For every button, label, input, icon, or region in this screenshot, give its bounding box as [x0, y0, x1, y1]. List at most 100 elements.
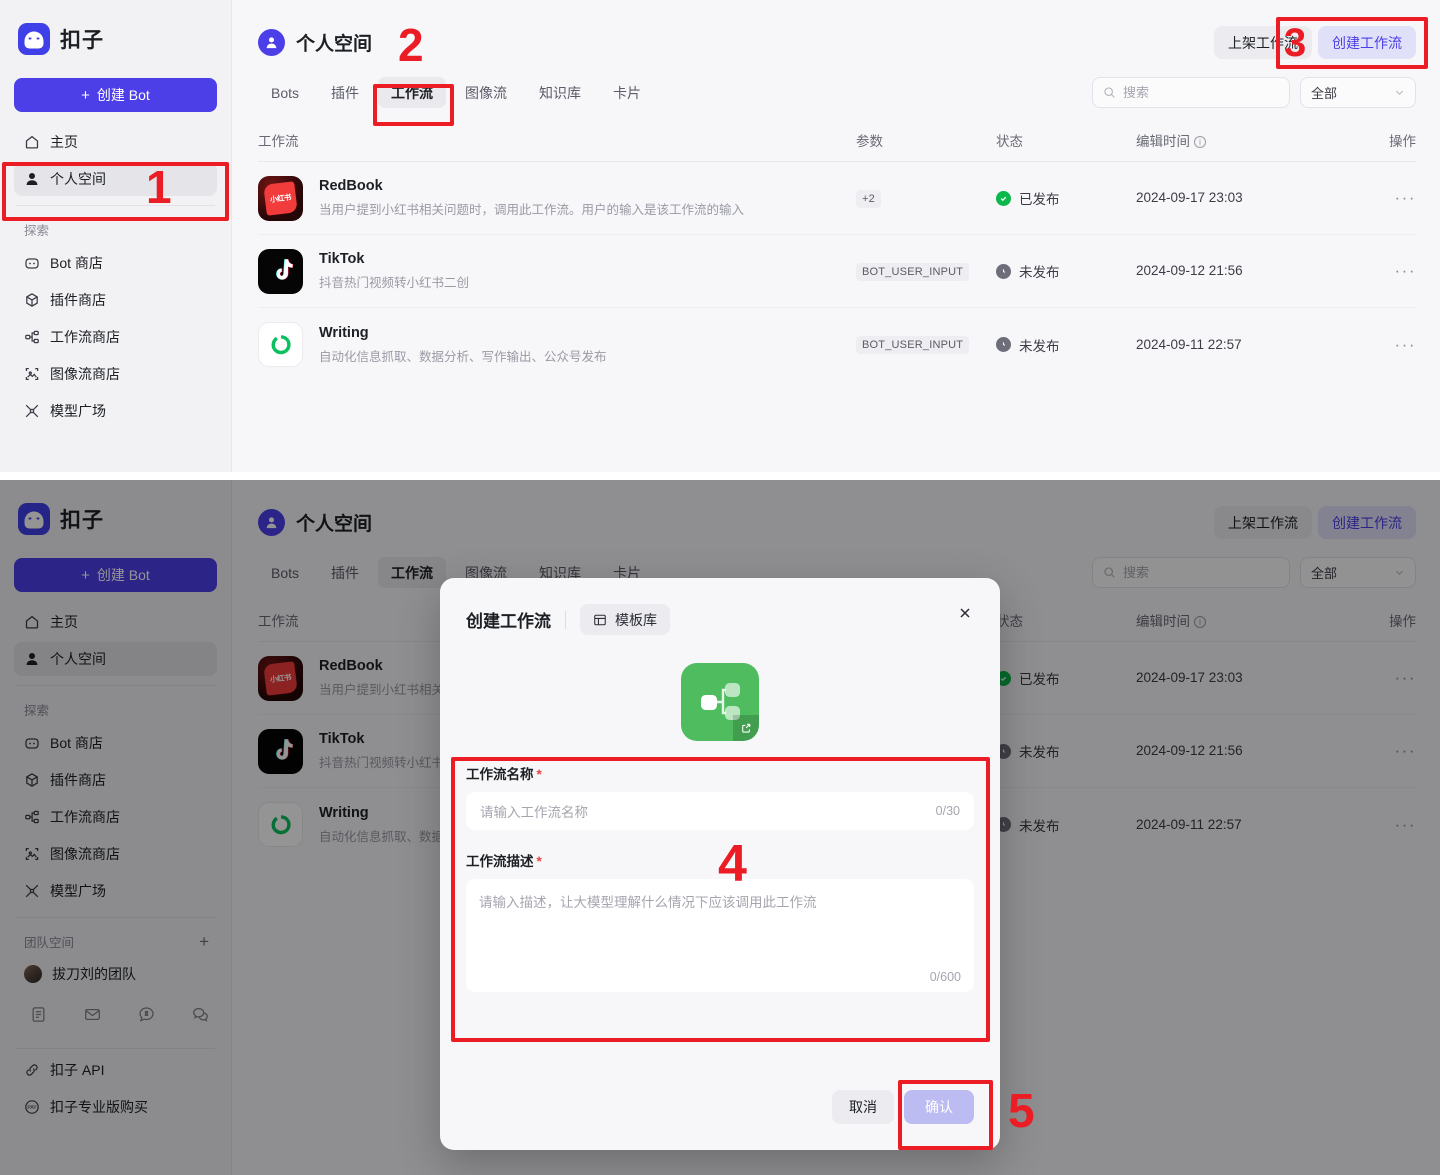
create-bot-button[interactable]: + 创建 Bot: [14, 78, 217, 112]
tabs-row: Bots 插件 工作流 图像流 知识库 卡片 全部: [258, 77, 1416, 108]
page-title: 个人空间: [296, 34, 373, 55]
sidebar-item-workflow-store[interactable]: 工作流商店: [14, 320, 217, 354]
space-avatar: [258, 29, 285, 56]
table-row[interactable]: Writing 自动化信息抓取、数据分析、写作输出、公众号发布 BOT_USER…: [258, 308, 1416, 381]
edit-time: 2024-09-11 22:57: [1136, 336, 1242, 352]
workflow-desc-counter: 0/600: [929, 970, 961, 984]
bot-store-icon: [25, 258, 39, 269]
table-row[interactable]: TikTok 抖音热门视频转小红书二创 BOT_USER_INPUT 未发布 2…: [258, 235, 1416, 308]
create-workflow-button[interactable]: 创建工作流: [1318, 26, 1416, 59]
sidebar-top: 扣子 + 创建 Bot 主页 个人空间 探索 Bot 商店 插件商店 工作流商店…: [0, 0, 232, 472]
tab-knowledge[interactable]: 知识库: [526, 77, 594, 108]
workflow-name: TikTok: [319, 251, 365, 267]
param-tag: +2: [856, 189, 881, 208]
sidebar-item-home[interactable]: 主页: [14, 125, 217, 159]
workflow-desc: 当用户提到小红书相关问题时，调用此工作流。用户的输入是该工作流的输入: [319, 203, 745, 217]
col-name: 工作流: [258, 134, 299, 149]
screenshot-stage: 扣子 + 创建 Bot 主页 个人空间 探索 Bot 商店 插件商店 工作流商店…: [0, 0, 1440, 1175]
workflow-name-counter: 0/30: [935, 804, 960, 818]
row-more-button[interactable]: ···: [1395, 188, 1416, 207]
sidebar-item-plugin-store[interactable]: 插件商店: [14, 283, 217, 317]
create-bot-label: 创建 Bot: [96, 87, 150, 103]
filter-select-value: 全部: [1311, 86, 1338, 101]
info-icon: i: [1194, 136, 1206, 148]
workflow-table: 工作流 参数 状态 编辑时间i 操作 小红书 RedBook 当用户提到小红书相…: [258, 130, 1416, 381]
edit-time: 2024-09-12 21:56: [1136, 263, 1243, 278]
status-badge: 已发布: [1019, 192, 1060, 207]
status-unpublished-icon: [996, 263, 1011, 279]
modal-title: 创建工作流: [466, 612, 551, 631]
workflow-avatar-icon[interactable]: [681, 663, 759, 741]
workflow-desc-input[interactable]: 请输入描述，让大模型理解什么情况下应该调用此工作流 0/600: [466, 879, 974, 992]
sidebar-item-home-label: 主页: [50, 134, 78, 150]
search-box[interactable]: [1092, 77, 1290, 108]
row-more-button[interactable]: ···: [1395, 261, 1416, 280]
table-row[interactable]: 小红书 RedBook 当用户提到小红书相关问题时，调用此工作流。用户的输入是该…: [258, 162, 1416, 235]
model-plaza-icon: [25, 404, 39, 418]
filter-select[interactable]: 全部: [1300, 77, 1416, 108]
search-icon: [1104, 87, 1115, 98]
status-badge: 未发布: [1019, 338, 1060, 354]
chevron-down-icon: [1396, 90, 1403, 95]
tab-cards[interactable]: 卡片: [600, 77, 654, 108]
tiktok-icon: [258, 248, 303, 294]
tab-bots[interactable]: Bots: [258, 77, 312, 108]
workflow-desc: 抖音热门视频转小红书二创: [319, 276, 470, 290]
col-param: 参数: [856, 134, 883, 149]
status-published-icon: [996, 190, 1011, 206]
writing-icon: [258, 322, 303, 367]
sidebar-item-bot-store[interactable]: Bot 商店: [14, 246, 217, 280]
template-library-button[interactable]: 模板库: [580, 604, 670, 635]
app-panel-top: 扣子 + 创建 Bot 主页 个人空间 探索 Bot 商店 插件商店 工作流商店…: [0, 0, 1440, 472]
workflow-name-placeholder: 请输入工作流名称: [480, 805, 588, 820]
sidebar-item-imageflow-store-label: 图像流商店: [50, 366, 120, 382]
publish-workflow-button[interactable]: 上架工作流: [1214, 26, 1312, 59]
col-ops: 操作: [1389, 134, 1416, 149]
sidebar-item-personal-space[interactable]: 个人空间: [14, 162, 217, 196]
modal-body: 工作流名称 * 请输入工作流名称 0/30 工作流描述 * 请输入描述，让大模型理解…: [440, 741, 1000, 992]
close-button[interactable]: [954, 602, 976, 624]
tab-plugins[interactable]: 插件: [318, 77, 372, 108]
workflow-desc: 自动化信息抓取、数据分析、写作输出、公众号发布: [319, 349, 607, 364]
workflow-desc-placeholder: 请输入描述，让大模型理解什么情况下应该调用此工作流: [479, 895, 817, 910]
sidebar-item-workflow-store-label: 工作流商店: [50, 329, 120, 345]
confirm-button[interactable]: 确认: [904, 1090, 974, 1124]
workflow-name: Writing: [319, 324, 369, 341]
brand-name: 扣子: [60, 29, 104, 52]
sidebar-item-personal-space-label: 个人空间: [50, 171, 106, 187]
workflow-name-label: 工作流名称 *: [466, 767, 542, 782]
sidebar-item-model-plaza-label: 模型广场: [50, 403, 106, 419]
imageflow-store-icon: [25, 367, 39, 381]
home-icon: [25, 135, 39, 149]
param-tag: BOT_USER_INPUT: [856, 262, 970, 281]
template-library-label: 模板库: [615, 611, 657, 628]
col-time: 编辑时间 i: [1136, 130, 1356, 150]
main-content-top: 个人空间 上架工作流 创建工作流 Bots 插件 工作流 图像流 知识库 卡片: [232, 0, 1440, 472]
plugin-store-icon: [26, 293, 38, 307]
sidebar-item-imageflow-store[interactable]: 图像流商店: [14, 357, 217, 391]
close-icon: [960, 608, 970, 618]
param-tag: BOT_USER_INPUT: [856, 336, 970, 354]
sidebar-section-explore: 探索: [24, 224, 50, 238]
sidebar-item-plugin-store-label: 插件商店: [50, 292, 106, 308]
sidebar-item-bot-store-label: Bot 商店: [50, 255, 103, 271]
modal-divider: [565, 610, 566, 629]
avatar-user-icon: [266, 37, 277, 49]
workflow-name: RedBook: [319, 178, 383, 194]
row-more-button[interactable]: ···: [1395, 335, 1416, 354]
tab-workflow[interactable]: 工作流: [378, 77, 447, 108]
modal-header: 创建工作流 模板库: [440, 578, 1000, 635]
workflow-store-icon: [25, 330, 39, 344]
plus-icon: +: [81, 86, 90, 104]
cancel-button[interactable]: 取消: [832, 1090, 894, 1124]
tab-imageflow[interactable]: 图像流: [452, 77, 520, 108]
sidebar-item-model-plaza[interactable]: 模型广场: [14, 394, 217, 428]
brand: 扣子: [14, 0, 217, 78]
coze-logo-icon: [18, 23, 50, 55]
modal-footer: 取消 确认: [440, 1090, 1000, 1150]
edit-badge-icon[interactable]: [733, 715, 759, 741]
col-status: 状态: [996, 134, 1023, 149]
search-input[interactable]: [1123, 85, 1279, 100]
workflow-name-input[interactable]: 请输入工作流名称 0/30: [466, 792, 974, 830]
edit-time: 2024-09-17 23:03: [1136, 190, 1243, 205]
